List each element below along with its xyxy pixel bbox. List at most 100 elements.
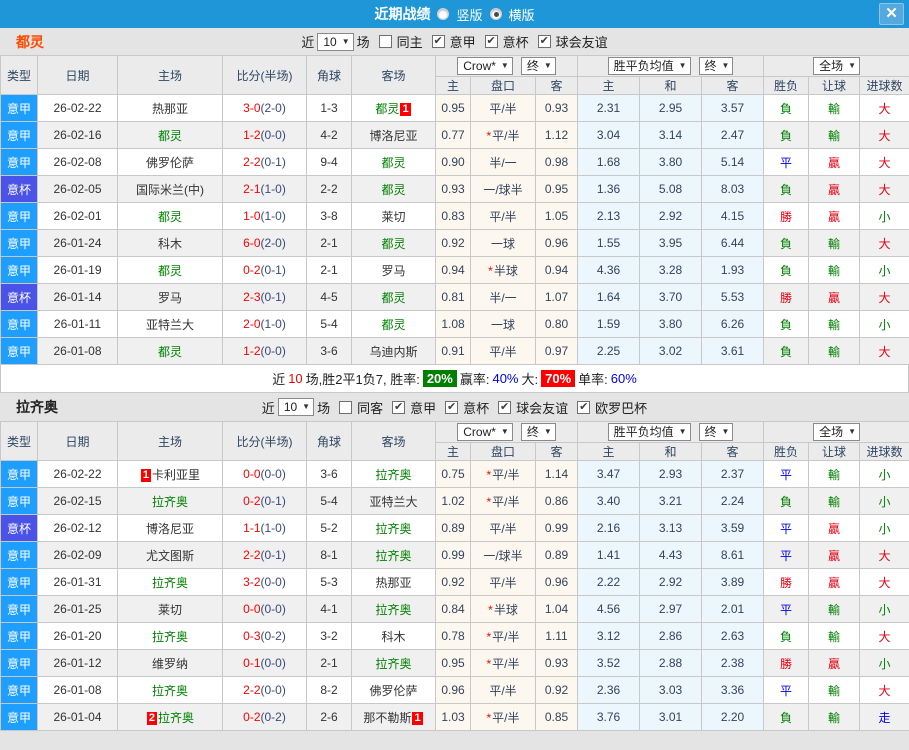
league-checkbox-europa[interactable] xyxy=(577,400,591,414)
same-away-checkbox[interactable] xyxy=(339,400,353,414)
league-checkbox-friendly[interactable] xyxy=(537,35,551,48)
away-team[interactable]: 都灵 xyxy=(351,283,436,311)
league-label-friendly[interactable]: 球会友谊 xyxy=(516,398,568,417)
away-team[interactable]: 都灵 xyxy=(351,148,436,176)
home-team[interactable]: 都灵 xyxy=(117,256,223,284)
away-team[interactable]: 乌迪内斯 xyxy=(351,337,436,365)
bookmaker-select[interactable]: Crow* ▼ xyxy=(457,57,513,75)
fulltime-score: 0-0 xyxy=(243,602,261,616)
mean-type-select[interactable]: 胜平负均值 ▼ xyxy=(607,57,691,75)
odds-stage-select[interactable]: 终 ▼ xyxy=(520,57,556,75)
mean-stage-select[interactable]: 终 ▼ xyxy=(698,57,734,75)
away-team[interactable]: 佛罗伦萨 xyxy=(351,676,436,704)
handicap-line: 一/球半 xyxy=(470,175,536,203)
away-team[interactable]: 拉齐奥 xyxy=(351,595,436,623)
league-label-coppa[interactable]: 意杯 xyxy=(503,32,529,51)
col-mean-away: 客 xyxy=(701,442,765,461)
table-row: 意杯 26-02-05 国际米兰(中) 2-1(1-0) 2-2 都灵 0.93… xyxy=(0,175,909,203)
same-home-label[interactable]: 同主 xyxy=(397,32,423,51)
handicap-result: 輸 xyxy=(808,121,861,149)
home-team[interactable]: 尤文图斯 xyxy=(117,541,223,569)
league-label-europa[interactable]: 欧罗巴杯 xyxy=(595,398,647,417)
horizontal-layout-radio[interactable] xyxy=(489,8,502,20)
away-team[interactable]: 亚特兰大 xyxy=(351,487,436,515)
fulltime-score: 1-0 xyxy=(243,209,261,223)
away-team[interactable]: 都灵 xyxy=(351,310,436,338)
handicap-result: 贏 xyxy=(808,541,861,569)
home-team[interactable]: 拉齐奥 xyxy=(117,568,223,596)
col-goals: 进球数 xyxy=(859,76,909,95)
win-rate-badge: 20% xyxy=(422,370,457,387)
mean-away: 2.20 xyxy=(701,703,765,731)
halftime-score: (1-0) xyxy=(260,317,286,331)
home-team[interactable]: 博洛尼亚 xyxy=(117,514,223,542)
home-team[interactable]: 拉齐奥 xyxy=(117,622,223,650)
league-checkbox-coppa[interactable] xyxy=(445,400,459,414)
away-team[interactable]: 博洛尼亚 xyxy=(351,121,436,149)
league-checkbox-coppa[interactable] xyxy=(484,35,498,48)
away-team[interactable]: 罗马 xyxy=(351,256,436,284)
home-team[interactable]: 1 卡利亚里 xyxy=(117,460,223,488)
league-checkbox-friendly[interactable] xyxy=(498,400,512,414)
league-label-coppa[interactable]: 意杯 xyxy=(463,398,489,417)
home-team[interactable]: 佛罗伦萨 xyxy=(117,148,223,176)
scope-select[interactable]: 全场 ▼ xyxy=(813,423,861,441)
chevron-down-icon: ▼ xyxy=(500,427,509,436)
vertical-layout-label[interactable]: 竖版 xyxy=(456,5,482,24)
same-away-label[interactable]: 同客 xyxy=(357,398,383,417)
chevron-down-icon: ▼ xyxy=(302,402,311,411)
result-cell: 負 xyxy=(763,703,810,731)
away-team[interactable]: 拉齐奥 xyxy=(351,514,436,542)
scope-select[interactable]: 全场 ▼ xyxy=(813,57,861,75)
away-team[interactable]: 莱切 xyxy=(351,202,436,230)
match-date: 26-02-08 xyxy=(37,148,118,176)
mean-home: 3.76 xyxy=(577,703,641,731)
league-label-serie-a[interactable]: 意甲 xyxy=(450,32,476,51)
close-icon[interactable]: ✕ xyxy=(879,3,904,25)
halftime-score: (0-0) xyxy=(260,656,286,670)
away-team[interactable]: 拉齐奥 xyxy=(351,649,436,677)
handicap-line: 半/一 xyxy=(470,283,536,311)
home-team[interactable]: 亚特兰大 xyxy=(117,310,223,338)
away-team[interactable]: 都灵 xyxy=(351,229,436,257)
league-label-friendly[interactable]: 球会友谊 xyxy=(556,32,608,51)
home-team[interactable]: 拉齐奥 xyxy=(117,676,223,704)
league-checkbox-serie-a[interactable] xyxy=(392,400,406,414)
home-team[interactable]: 莱切 xyxy=(117,595,223,623)
goals-result: 大 xyxy=(859,148,909,176)
handicap-result: 贏 xyxy=(808,202,861,230)
mean-type-select[interactable]: 胜平负均值 ▼ xyxy=(607,423,691,441)
home-team[interactable]: 2 拉齐奥 xyxy=(117,703,223,731)
home-team[interactable]: 都灵 xyxy=(117,202,223,230)
horizontal-layout-label[interactable]: 横版 xyxy=(509,5,535,24)
home-team[interactable]: 都灵 xyxy=(117,121,223,149)
league-checkbox-serie-a[interactable] xyxy=(431,35,445,48)
score-cell: 2-2(0-1) xyxy=(222,148,307,176)
away-team[interactable]: 拉齐奥 xyxy=(351,541,436,569)
score-cell: 2-0(1-0) xyxy=(222,310,307,338)
away-team[interactable]: 拉齐奥 xyxy=(351,460,436,488)
away-team[interactable]: 都灵 1 xyxy=(351,94,436,122)
same-home-checkbox[interactable] xyxy=(378,35,392,48)
vertical-layout-radio[interactable] xyxy=(437,8,450,20)
result-cell: 負 xyxy=(763,337,810,365)
home-team[interactable]: 拉齐奥 xyxy=(117,487,223,515)
home-team[interactable]: 科木 xyxy=(117,229,223,257)
league-label-serie-a[interactable]: 意甲 xyxy=(410,398,436,417)
home-team[interactable]: 都灵 xyxy=(117,337,223,365)
match-count-select[interactable]: 10 ▼ xyxy=(277,398,315,416)
odds-stage-select[interactable]: 终 ▼ xyxy=(520,423,556,441)
home-team[interactable]: 罗马 xyxy=(117,283,223,311)
away-team[interactable]: 都灵 xyxy=(351,175,436,203)
home-team[interactable]: 维罗纳 xyxy=(117,649,223,677)
away-team[interactable]: 那不勒斯 1 xyxy=(351,703,436,731)
big-rate-badge: 70% xyxy=(541,370,576,387)
home-team[interactable]: 国际米兰(中) xyxy=(117,175,223,203)
away-team[interactable]: 科木 xyxy=(351,622,436,650)
home-team[interactable]: 热那亚 xyxy=(117,94,223,122)
away-team[interactable]: 热那亚 xyxy=(351,568,436,596)
summary-count: 10 xyxy=(288,371,303,386)
match-count-select[interactable]: 10 ▼ xyxy=(317,32,354,51)
bookmaker-select[interactable]: Crow* ▼ xyxy=(457,423,513,441)
mean-stage-select[interactable]: 终 ▼ xyxy=(698,423,734,441)
